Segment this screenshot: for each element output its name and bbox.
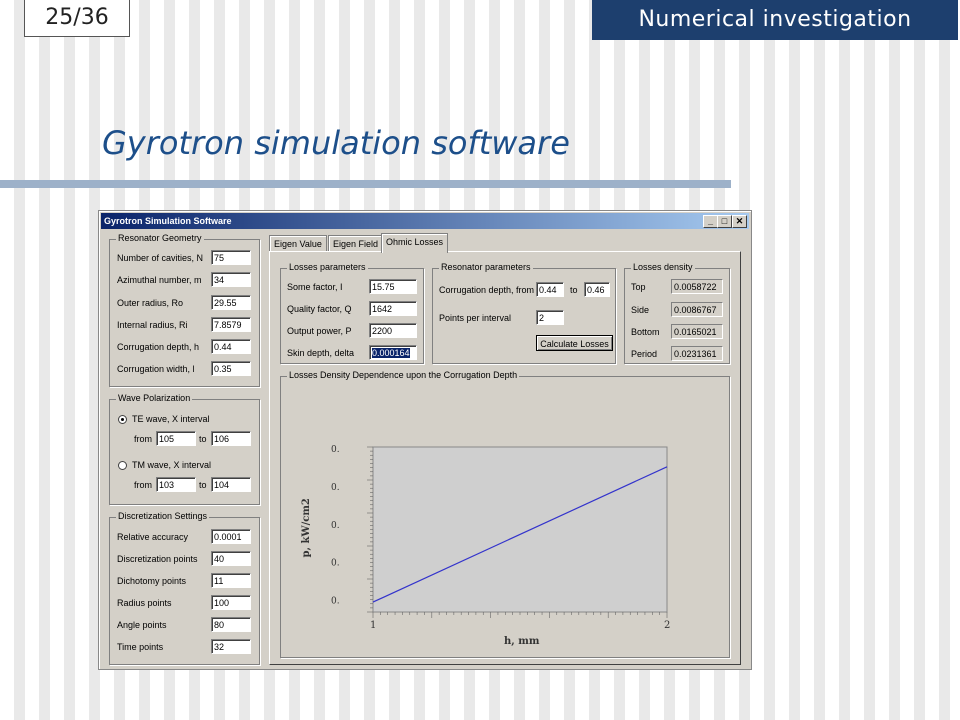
- field-label: Some factor, I: [287, 282, 343, 292]
- losses-density-chart: 0. 0. 0. 0. 0. 1 2 h, mm p, kW/cm2: [301, 445, 670, 647]
- x-tick-label: 1: [370, 620, 376, 631]
- window-titlebar[interactable]: Gyrotron Simulation Software _ □ ✕: [101, 213, 749, 229]
- minimize-button[interactable]: _: [703, 215, 718, 228]
- density-side-value: 0.0086767: [671, 302, 723, 317]
- density-label: Period: [631, 349, 658, 359]
- angle-points-input[interactable]: 80: [211, 617, 251, 632]
- discretization-title: Discretization Settings: [116, 511, 210, 521]
- from-label: from: [134, 480, 152, 490]
- field-label: Internal radius, Ri: [117, 320, 188, 330]
- field-label: Time points: [117, 642, 164, 652]
- section-label: Numerical investigation: [592, 0, 958, 40]
- discretization-group: Discretization Settings Relative accurac…: [109, 511, 260, 665]
- tab-ohmic-losses[interactable]: Ohmic Losses: [381, 233, 449, 253]
- calculate-losses-button[interactable]: Calculate Losses: [536, 335, 613, 351]
- x-axis-label: h, mm: [504, 636, 540, 647]
- from-label: from: [134, 434, 152, 444]
- losses-parameters-group: Losses parameters Some factor, I 15.75 Q…: [280, 262, 424, 364]
- tm-wave-label: TM wave, X interval: [132, 460, 212, 470]
- chart-group: Losses Density Dependence upon the Corru…: [280, 370, 730, 658]
- plot-area: [372, 446, 668, 613]
- field-label: Angle points: [117, 620, 167, 630]
- corrugation-range-label: Corrugation depth, from: [439, 285, 535, 295]
- losses-parameters-title: Losses parameters: [287, 262, 368, 272]
- te-wave-radio[interactable]: [118, 415, 127, 424]
- density-period-value: 0.0231361: [671, 346, 723, 361]
- slide-title: Gyrotron simulation software: [102, 124, 570, 162]
- density-bottom-value: 0.0165021: [671, 324, 723, 339]
- te-wave-label: TE wave, X interval: [132, 414, 210, 424]
- te-from-input[interactable]: 105: [156, 431, 196, 446]
- to-label: to: [199, 480, 207, 490]
- quality-factor-input[interactable]: 1642: [369, 301, 417, 316]
- corrugation-from-input[interactable]: 0.44: [536, 282, 564, 297]
- field-label: Relative accuracy: [117, 532, 189, 542]
- losses-density-title: Losses density: [631, 262, 695, 272]
- azimuthal-number-input[interactable]: 34: [211, 272, 251, 287]
- ohmic-losses-panel: Losses parameters Some factor, I 15.75 Q…: [269, 251, 741, 665]
- resonator-geometry-title: Resonator Geometry: [116, 233, 204, 243]
- corrugation-to-input[interactable]: 0.46: [584, 282, 610, 297]
- radius-points-input[interactable]: 100: [211, 595, 251, 610]
- some-factor-input[interactable]: 15.75: [369, 279, 417, 294]
- field-label: Outer radius, Ro: [117, 298, 184, 308]
- wave-polarization-title: Wave Polarization: [116, 393, 193, 403]
- tab-eigen-value[interactable]: Eigen Value: [269, 235, 327, 252]
- field-label: Corrugation depth, h: [117, 342, 200, 352]
- skin-depth-input[interactable]: 0.000164: [369, 345, 417, 360]
- field-label: Azimuthal number, m: [117, 275, 202, 285]
- y-tick-label: 0.: [331, 445, 340, 455]
- wave-polarization-group: Wave Polarization TE wave, X interval fr…: [109, 393, 260, 505]
- tab-eigen-field[interactable]: Eigen Field: [328, 235, 384, 252]
- tm-wave-radio[interactable]: [118, 461, 127, 470]
- points-per-interval-label: Points per interval: [439, 313, 512, 323]
- density-top-value: 0.0058722: [671, 279, 723, 294]
- discretization-points-input[interactable]: 40: [211, 551, 251, 566]
- relative-accuracy-input[interactable]: 0.0001: [211, 529, 251, 544]
- field-label: Number of cavities, N: [117, 253, 204, 263]
- resonator-parameters-title: Resonator parameters: [439, 262, 533, 272]
- y-tick-label: 0.: [331, 559, 340, 569]
- dichotomy-points-input[interactable]: 11: [211, 573, 251, 588]
- field-label: Radius points: [117, 598, 172, 608]
- y-tick-label: 0.: [331, 521, 340, 531]
- resonator-parameters-group: Resonator parameters Corrugation depth, …: [432, 262, 616, 364]
- close-button[interactable]: ✕: [732, 215, 747, 228]
- chart-title: Losses Density Dependence upon the Corru…: [287, 370, 520, 380]
- te-to-input[interactable]: 106: [211, 431, 251, 446]
- corrugation-depth-input[interactable]: 0.44: [211, 339, 251, 354]
- outer-radius-input[interactable]: 29.55: [211, 295, 251, 310]
- to-label: to: [199, 434, 207, 444]
- x-tick-label: 2: [664, 620, 670, 631]
- output-power-input[interactable]: 2200: [369, 323, 417, 338]
- window-title: Gyrotron Simulation Software: [104, 216, 232, 226]
- density-label: Top: [631, 282, 646, 292]
- title-underline: [0, 180, 731, 188]
- field-label: Corrugation width, l: [117, 364, 195, 374]
- points-per-interval-input[interactable]: 2: [536, 310, 564, 325]
- field-label: Output power, P: [287, 326, 352, 336]
- tm-to-input[interactable]: 104: [211, 477, 251, 492]
- field-label: Skin depth, delta: [287, 348, 355, 358]
- skin-depth-value: 0.000164: [372, 348, 410, 358]
- maximize-button[interactable]: □: [717, 215, 732, 228]
- y-axis-label: p, kW/cm2: [301, 498, 312, 557]
- density-label: Side: [631, 305, 650, 315]
- internal-radius-input[interactable]: 7.8579: [211, 317, 251, 332]
- field-label: Dichotomy points: [117, 576, 187, 586]
- app-window: Gyrotron Simulation Software _ □ ✕ Reson…: [98, 210, 752, 670]
- field-label: Quality factor, Q: [287, 304, 352, 314]
- cavities-input[interactable]: 75: [211, 250, 251, 265]
- tm-from-input[interactable]: 103: [156, 477, 196, 492]
- corrugation-width-input[interactable]: 0.35: [211, 361, 251, 376]
- losses-density-group: Losses density Top 0.0058722 Side 0.0086…: [624, 262, 730, 364]
- to-label: to: [570, 285, 578, 295]
- density-label: Bottom: [631, 327, 660, 337]
- field-label: Discretization points: [117, 554, 198, 564]
- resonator-geometry-group: Resonator Geometry Number of cavities, N…: [109, 233, 260, 387]
- y-tick-label: 0.: [331, 483, 340, 493]
- y-tick-label: 0.: [331, 597, 340, 607]
- page-number: 25/36: [24, 0, 130, 37]
- time-points-input[interactable]: 32: [211, 639, 251, 654]
